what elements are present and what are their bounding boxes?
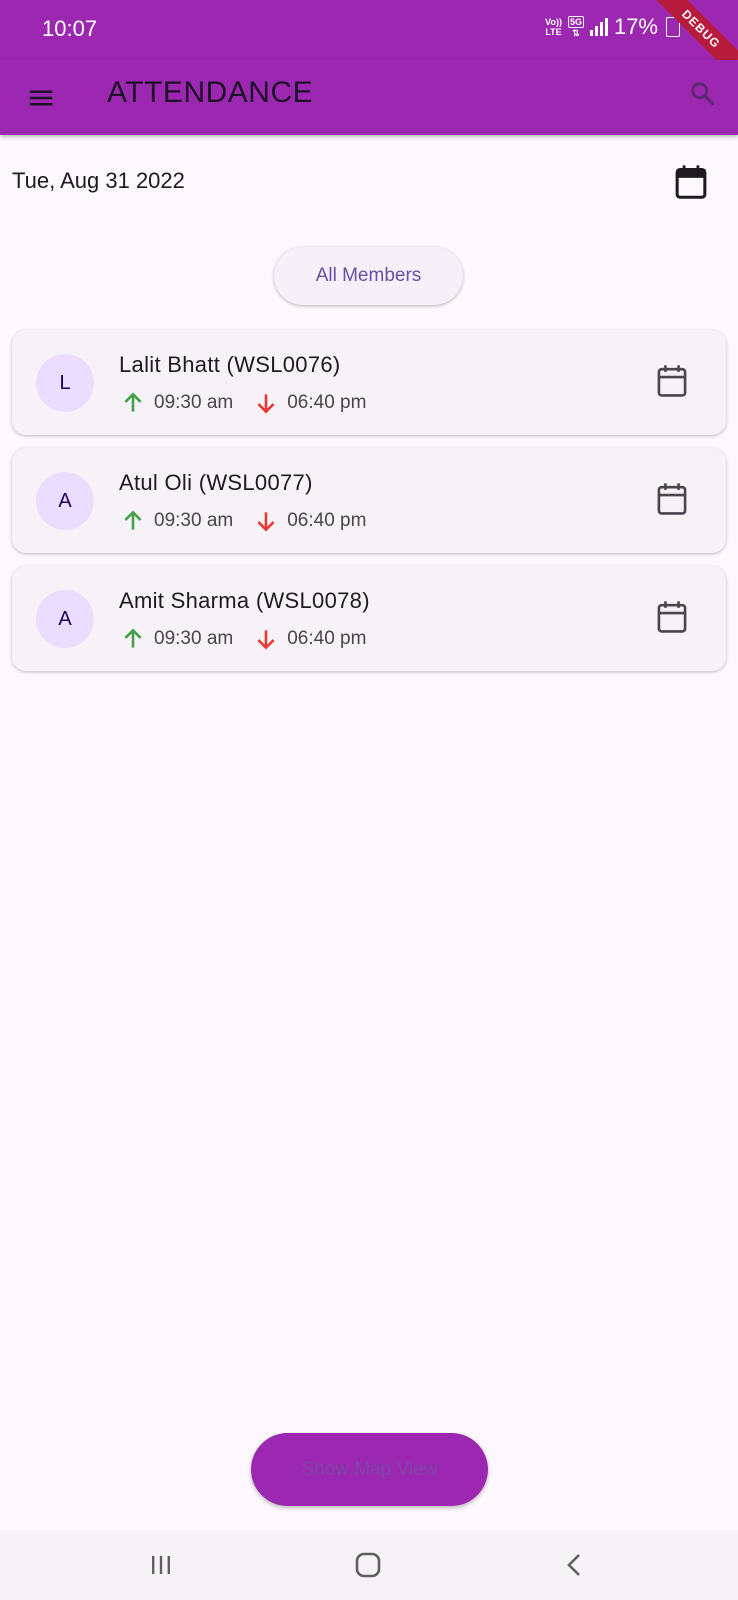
- member-name: Amit Sharma (WSL0078): [119, 588, 370, 613]
- page-title: ATTENDANCE: [107, 76, 314, 109]
- avatar: L: [36, 354, 94, 412]
- member-name: Lalit Bhatt (WSL0076): [119, 352, 341, 377]
- check-out-time: 06:40 pm: [287, 628, 367, 649]
- member-card[interactable]: L Lalit Bhatt (WSL0076) 09:30 am 06:40 p…: [12, 330, 726, 435]
- show-map-view-button[interactable]: Show Map View: [251, 1433, 488, 1506]
- check-in-time: 09:30 am: [154, 392, 234, 413]
- status-time: 10:07: [42, 16, 98, 41]
- check-in-time: 09:30 am: [154, 510, 234, 531]
- signal-icon: [589, 18, 608, 36]
- arrow-down-icon: [257, 630, 275, 650]
- arrow-up-icon: [124, 392, 142, 412]
- check-in-time: 09:30 am: [154, 628, 234, 649]
- volte-indicator: Vo)) LTE: [545, 17, 562, 37]
- back-icon[interactable]: [564, 1552, 584, 1578]
- avatar: A: [36, 590, 94, 648]
- member-card[interactable]: A Amit Sharma (WSL0078) 09:30 am 06:40 p…: [12, 566, 726, 671]
- selected-date: Tue, Aug 31 2022: [12, 168, 185, 193]
- all-members-filter-button[interactable]: All Members: [274, 247, 463, 305]
- status-bar: 10:07 Vo)) LTE 5G ⇅ 17% DEBUG: [0, 0, 738, 90]
- member-times: 09:30 am 06:40 pm: [120, 390, 366, 416]
- member-list: L Lalit Bhatt (WSL0076) 09:30 am 06:40 p…: [12, 330, 726, 684]
- member-times: 09:30 am 06:40 pm: [120, 508, 366, 534]
- arrow-down-icon: [257, 512, 275, 532]
- check-out-time: 06:40 pm: [287, 510, 367, 531]
- calendar-icon[interactable]: [656, 600, 688, 634]
- calendar-icon[interactable]: [656, 482, 688, 516]
- search-icon[interactable]: [688, 79, 716, 107]
- 5g-indicator: 5G ⇅: [567, 16, 584, 38]
- member-card[interactable]: A Atul Oli (WSL0077) 09:30 am 06:40 pm: [12, 448, 726, 553]
- status-icons: Vo)) LTE 5G ⇅ 17%: [545, 14, 680, 40]
- battery-level: 17%: [613, 14, 658, 39]
- calendar-icon[interactable]: [674, 164, 708, 200]
- arrow-up-icon: [124, 628, 142, 648]
- arrow-down-icon: [257, 394, 275, 414]
- member-name: Atul Oli (WSL0077): [119, 470, 313, 495]
- recent-apps-icon[interactable]: [149, 1554, 173, 1576]
- member-times: 09:30 am 06:40 pm: [120, 626, 366, 652]
- app-bar: ATTENDANCE: [0, 60, 738, 135]
- system-nav-bar: [0, 1530, 738, 1600]
- check-out-time: 06:40 pm: [287, 392, 367, 413]
- home-icon[interactable]: [355, 1552, 381, 1578]
- avatar: A: [36, 472, 94, 530]
- menu-icon[interactable]: [26, 83, 56, 113]
- arrow-up-icon: [124, 510, 142, 530]
- calendar-icon[interactable]: [656, 364, 688, 398]
